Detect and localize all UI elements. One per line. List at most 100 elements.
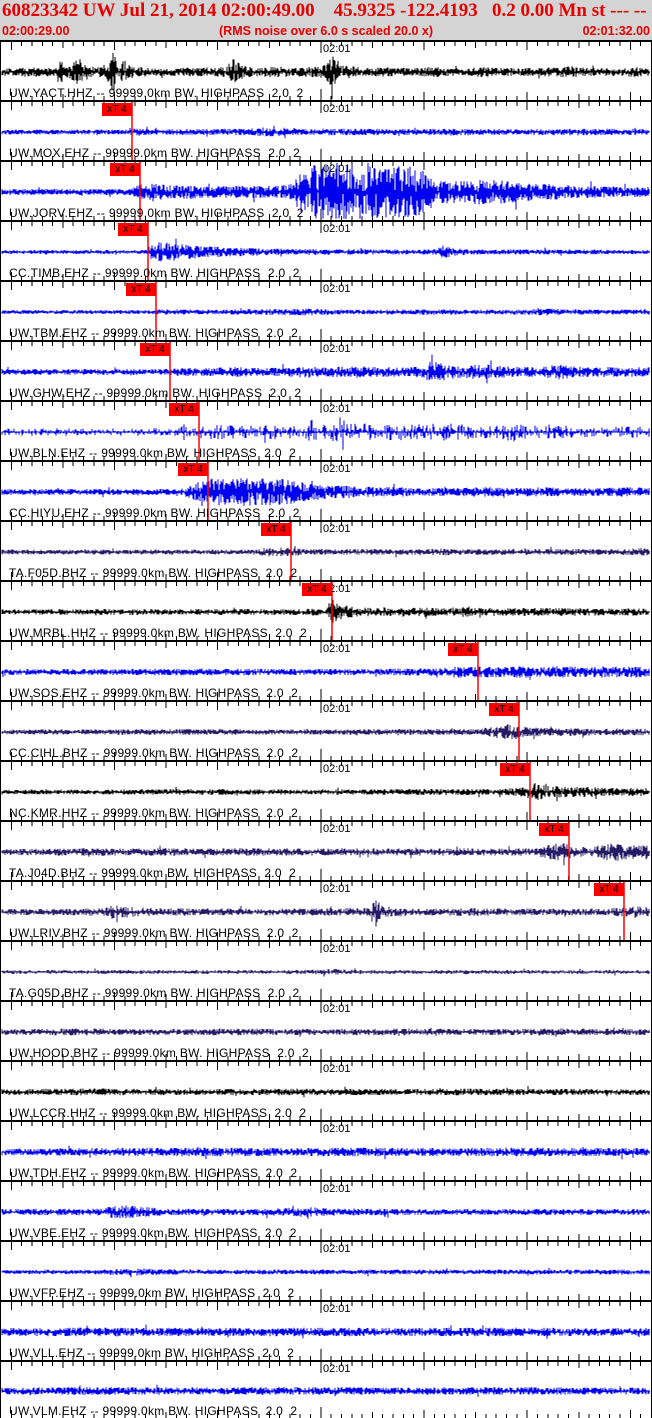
trace-panel-uw-lccr-hhz[interactable]: 02:01 UW.LCCR.HHZ -- 99999.0km BW. HIGHPA… [0,1060,652,1120]
trace-panel-uw-yact-hhz[interactable]: 02:01 UW.YACT.HHZ -- 99999.0km BW. HIGHPA… [0,40,652,100]
trace-label: UW.MRBL.HHZ -- 99999.0km BW. HIGHPASS 2.… [9,626,308,640]
trace-panel-uw-bln-ehz[interactable]: 02:01 xT 4 UW.BLN.EHZ -- 99999.0km BW. HIG… [0,400,652,460]
trace-label: CC.CIHL.BHZ -- 99999.0km BW. HIGHPASS 2.… [9,746,299,760]
seismogram-waveform [1,1027,650,1037]
window-start-time: 02:00:29.00 [2,24,70,38]
pick-flag[interactable]: xT 4 [110,163,140,176]
trace-label: NC.KMR.HHZ -- 99999.0km BW. HIGHPASS 2.0… [9,806,299,820]
pick-flag[interactable]: xT 4 [489,703,519,716]
trace-label: TA.J04D.BHZ -- 99999.0km BW. HIGHPASS 2.… [9,866,297,880]
trace-label: UW.MOX.EHZ -- 99999.0km BW. HIGHPASS 2.0… [9,146,301,160]
event-header-title: 60823342 UW Jul 21, 2014 02:00:49.00 45.… [2,0,652,21]
seismogram-waveform [1,417,650,450]
pick-flag[interactable]: xT 4 [594,883,624,896]
trace-label: UW.LCCR.HHZ -- 99999.0km BW. HIGHPASS 2.… [9,1106,307,1120]
pick-flag[interactable]: xT 4 [178,463,208,476]
waveform-pick-window: 60823342 UW Jul 21, 2014 02:00:49.00 45.… [0,0,652,1418]
minute-label: 02:01 [323,43,351,55]
seismogram-waveform [1,1384,650,1397]
seismogram-waveform [1,724,650,740]
trace-panel-uw-jorv-ehz[interactable]: 02:01 xT 4 UW.JORV.EHZ -- 99999.0km BW. HI… [0,160,652,220]
trace-label: UW.SOS.EHZ -- 99999.0km BW. HIGHPASS 2.0… [9,686,299,700]
seismogram-waveform [1,354,650,384]
pick-flag[interactable]: xT 4 [448,643,478,656]
minute-label: 02:01 [323,703,351,715]
minute-label: 02:01 [323,643,351,655]
trace-panel-uw-lriv-bhz[interactable]: 02:01 xT 4 UW.LRIV.BHZ -- 99999.0km BW. HI… [0,880,652,940]
minute-label: 02:01 [323,223,351,235]
seismogram-waveform [1,125,650,139]
trace-panel-uw-tdh-ehz[interactable]: 02:01 UW.TDH.EHZ -- 99999.0km BW. HIGHPAS… [0,1120,652,1180]
window-end-time: 02:01:32.00 [582,24,650,38]
seismogram-waveform [1,478,650,507]
seismogram-waveform [1,783,650,802]
trace-label: UW.JORV.EHZ -- 99999.0km BW. HIGHPASS 2.… [9,206,304,220]
pick-flag[interactable]: xT 4 [118,223,148,236]
trace-panel-cc-timb-ehz[interactable]: 02:01 xT 4 CC.TIMB.EHZ -- 99999.0km BW. HI… [0,220,652,280]
trace-panel-ta-j04d-bhz[interactable]: 02:01 xT 4 TA.J04D.BHZ -- 99999.0km BW. HI… [0,820,652,880]
trace-panel-ta-g05d-bhz[interactable]: 02:01 TA.G05D.BHZ -- 99999.0km BW. HIGHPA… [0,940,652,1000]
trace-panel-uw-vlm-ehz[interactable]: 02:01 UW.VLM.EHZ -- 99999.0km BW. HIGHPAS… [0,1360,652,1418]
scaling-note: (RMS noise over 6.0 s scaled 20.0 x) [219,24,433,38]
minute-label: 02:01 [323,463,351,475]
trace-panel-uw-mox-ehz[interactable]: 02:01 xT 4 UW.MOX.EHZ -- 99999.0km BW. HIG… [0,100,652,160]
seismogram-waveform [1,1267,650,1278]
minute-label: 02:01 [323,1183,351,1195]
trace-panel-uw-mrbl-hhz[interactable]: 02:01 xT 4 UW.MRBL.HHZ -- 99999.0km BW. HI… [0,580,652,640]
minute-label: 02:01 [323,763,351,775]
pick-flag[interactable]: xT 4 [126,283,156,296]
seismogram-waveform [1,843,650,866]
trace-panel-ta-f05d-bhz[interactable]: 02:01 xT 4 TA.F05D.BHZ -- 99999.0km BW. HI… [0,520,652,580]
minute-label: 02:01 [323,523,351,535]
seismogram-waveform [1,1145,650,1160]
trace-label: TA.F05D.BHZ -- 99999.0km BW. HIGHPASS 2.… [9,566,298,580]
trace-panel-uw-ghw-ehz[interactable]: 02:01 xT 4 UW.GHW.EHZ -- 99999.0km BW. HIG… [0,340,652,400]
minute-label: 02:01 [323,1303,351,1315]
minute-label: 02:01 [323,163,351,175]
trace-panel-cc-hiyu-ehz[interactable]: 02:01 xT 4 CC.HIYU.EHZ -- 99999.0km BW. HI… [0,460,652,520]
pick-flag[interactable]: xT 4 [500,763,530,776]
minute-label: 02:01 [323,943,351,955]
trace-label: UW.GHW.EHZ -- 99999.0km BW. HIGHPASS 2.0… [9,386,302,400]
trace-label: UW.VLM.EHZ -- 99999.0km BW. HIGHPASS 2.0… [9,1404,298,1418]
minute-label: 02:01 [323,103,351,115]
pick-flag[interactable]: xT 4 [539,823,569,836]
seismogram-waveform [1,238,650,262]
trace-panel-uw-tbm-ehz[interactable]: 02:01 xT 4 UW.TBM.EHZ -- 99999.0km BW. HIG… [0,280,652,340]
pick-flag[interactable]: xT 4 [140,343,170,356]
pick-flag[interactable]: xT 4 [302,583,332,596]
seismogram-waveform [1,308,650,316]
trace-panel-cc-cihl-bhz[interactable]: 02:01 xT 4 CC.CIHL.BHZ -- 99999.0km BW. HI… [0,700,652,760]
trace-panel-uw-vfp-ehz[interactable]: 02:01 UW.VFP.EHZ -- 99999.0km BW. HIGHPAS… [0,1240,652,1300]
trace-label: UW.TDH.EHZ -- 99999.0km BW. HIGHPASS 2.0… [9,1166,298,1180]
trace-panel-uw-vll-ehz[interactable]: 02:01 UW.VLL.EHZ -- 99999.0km BW. HIGHPAS… [0,1300,652,1360]
trace-label: TA.G05D.BHZ -- 99999.0km BW. HIGHPASS 2.… [9,986,300,1000]
trace-label: UW.HOOD.BHZ -- 99999.0km BW. HIGHPASS 2.… [9,1046,310,1060]
seismogram-waveform [1,546,650,558]
seismogram-waveform [1,900,650,927]
minute-label: 02:01 [323,1363,351,1375]
minute-label: 02:01 [323,1243,351,1255]
minute-label: 02:01 [323,1123,351,1135]
minute-label: 02:01 [323,403,351,415]
minute-label: 02:01 [323,823,351,835]
minute-label: 02:01 [323,283,351,295]
trace-label: CC.TIMB.EHZ -- 99999.0km BW. HIGHPASS 2.… [9,266,300,280]
trace-panel-nc-kmr-hhz[interactable]: 02:01 xT 4 NC.KMR.HHZ -- 99999.0km BW. HIG… [0,760,652,820]
seismogram-waveform [1,1205,650,1219]
pick-flag[interactable]: xT 4 [169,403,199,416]
seismogram-waveform [1,968,650,977]
trace-panel-uw-vbe-ehz[interactable]: 02:01 UW.VBE.EHZ -- 99999.0km BW. HIGHPAS… [0,1180,652,1240]
time-axis-header: 02:00:29.00 (RMS noise over 6.0 s scaled… [0,22,652,40]
trace-label: UW.BLN.EHZ -- 99999.0km BW. HIGHPASS 2.0… [9,446,297,460]
trace-panel-uw-hood-bhz[interactable]: 02:01 UW.HOOD.BHZ -- 99999.0km BW. HIGHPA… [0,1000,652,1060]
minute-label: 02:01 [323,1063,351,1075]
pick-flag[interactable]: xT 4 [102,103,132,116]
pick-flag[interactable]: xT 4 [261,523,291,536]
trace-label: CC.HIYU.EHZ -- 99999.0km BW. HIGHPASS 2.… [9,506,300,520]
trace-panel-uw-sos-ehz[interactable]: 02:01 xT 4 UW.SOS.EHZ -- 99999.0km BW. HIG… [0,640,652,700]
minute-label: 02:01 [323,1003,351,1015]
trace-label: UW.VLL.EHZ -- 99999.0km BW. HIGHPASS 2.0… [9,1346,295,1360]
trace-label: UW.LRIV.BHZ -- 99999.0km BW. HIGHPASS 2.… [9,926,299,940]
seismogram-waveform [1,599,650,623]
